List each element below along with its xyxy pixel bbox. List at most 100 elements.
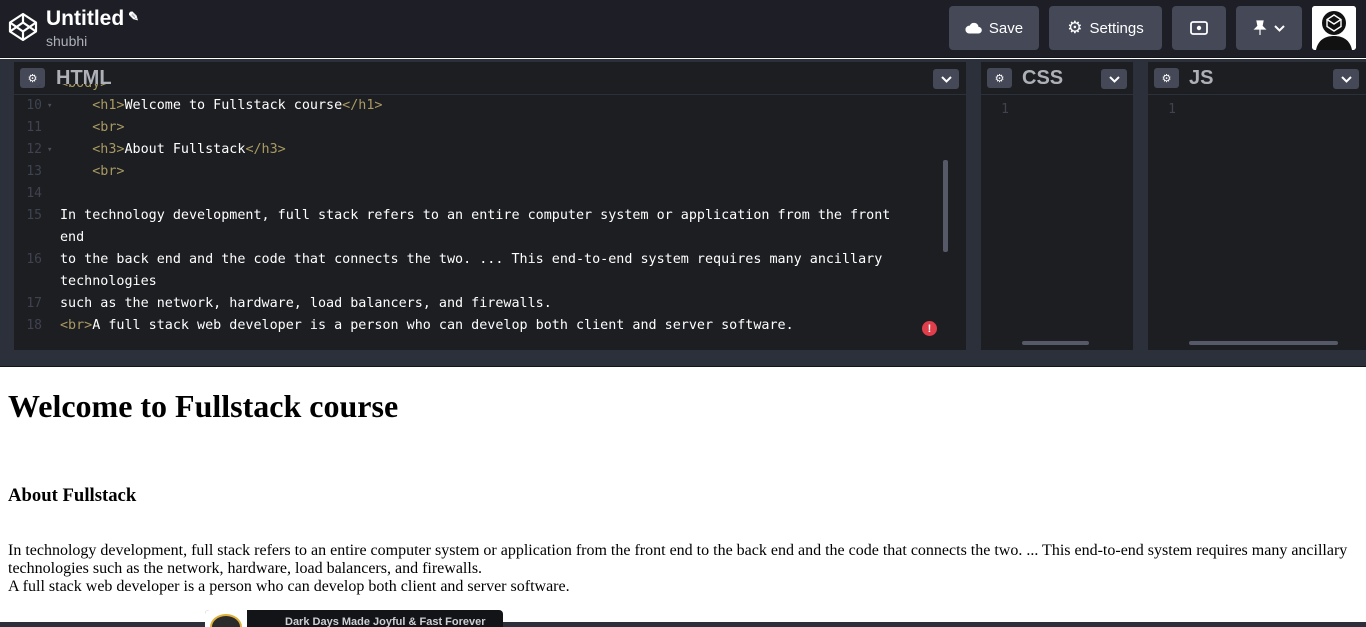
code-tag: </h3> bbox=[245, 142, 286, 157]
css-editor-title: CSS bbox=[1022, 67, 1064, 89]
change-view-button[interactable] bbox=[1172, 6, 1226, 50]
code-line[interactable]: 13 <br> bbox=[14, 161, 966, 183]
author-name[interactable]: shubhi bbox=[46, 33, 139, 49]
css-editor-pane: ⚙ CSS 1 bbox=[981, 62, 1133, 350]
preview-paragraph-1: In technology development, full stack re… bbox=[8, 542, 1348, 577]
save-label: Save bbox=[988, 19, 1024, 37]
code-content: technologies bbox=[60, 274, 157, 289]
code-line[interactable]: 11 <br> bbox=[14, 117, 966, 139]
code-content: end bbox=[60, 230, 85, 245]
css-editor-header: ⚙ CSS bbox=[981, 62, 1133, 95]
html-code-editor[interactable]: 9 <body> 10 ▾ <h1>Welcome to Fullstack cour… bbox=[14, 84, 966, 350]
cloud-icon bbox=[965, 22, 982, 34]
js-horizontal-scrollbar[interactable] bbox=[1189, 341, 1338, 345]
js-code-editor[interactable]: 1 bbox=[1148, 95, 1366, 350]
css-horizontal-scrollbar[interactable] bbox=[1022, 341, 1089, 345]
code-tag: </h1> bbox=[342, 98, 383, 113]
pen-title-text[interactable]: Untitled bbox=[46, 7, 124, 30]
code-text: technologies bbox=[60, 271, 157, 293]
css-settings-gear-icon[interactable]: ⚙ bbox=[987, 68, 1012, 88]
code-tag: <h1> bbox=[92, 98, 125, 113]
code-tag: <br> bbox=[60, 318, 93, 333]
js-editor-pane: ⚙ JS 1 bbox=[1148, 62, 1366, 350]
js-editor-title: JS bbox=[1189, 67, 1214, 89]
line-number: 16 bbox=[26, 252, 42, 267]
line-number: 9 bbox=[14, 84, 42, 95]
code-text: <br> bbox=[60, 117, 125, 139]
code-tag: <br> bbox=[92, 164, 125, 179]
code-text: such as the network, hardware, load bala… bbox=[60, 293, 552, 315]
code-content: In technology development, full stack re… bbox=[60, 208, 891, 223]
save-button[interactable]: Save bbox=[949, 6, 1039, 50]
error-icon[interactable]: ! bbox=[922, 321, 937, 336]
html-editor-pane: ⚙ HTML 9<body>10▾ <h1>Welcome to Fullsta… bbox=[14, 62, 966, 350]
code-text: to the back end and the code that connec… bbox=[60, 249, 882, 271]
code-content bbox=[60, 98, 92, 113]
code-content: such as the network, hardware, load bala… bbox=[60, 296, 552, 311]
code-content: Welcome to Fullstack course bbox=[124, 98, 343, 113]
js-editor-header: ⚙ JS bbox=[1148, 62, 1366, 95]
code-line[interactable]: 14 bbox=[14, 183, 966, 205]
line-number: 15 bbox=[26, 208, 42, 223]
code-line[interactable]: end bbox=[14, 227, 966, 249]
code-content: to the back end and the code that connec… bbox=[60, 252, 883, 267]
code-text: <h1>Welcome to Fullstack course</h1> bbox=[60, 95, 382, 117]
avatar[interactable] bbox=[1312, 6, 1356, 50]
code-line[interactable]: 18 <br>A full stack web developer is a pe… bbox=[14, 315, 966, 337]
settings-button[interactable]: ⚙ Settings bbox=[1049, 6, 1162, 50]
line-number: 13 bbox=[26, 164, 42, 179]
code-tag: <br> bbox=[92, 120, 125, 135]
code-text: <body> bbox=[60, 84, 108, 95]
js-settings-gear-icon[interactable]: ⚙ bbox=[1154, 68, 1179, 88]
pencil-icon[interactable]: ✎ bbox=[128, 5, 139, 29]
settings-label: Settings bbox=[1089, 19, 1144, 37]
js-collapse-chevron-icon[interactable] bbox=[1333, 69, 1359, 89]
css-code-editor[interactable]: 1 bbox=[981, 95, 1133, 350]
code-text: <br> bbox=[60, 161, 125, 183]
gear-icon: ⚙ bbox=[1067, 18, 1083, 37]
line-number: 18 bbox=[26, 318, 42, 333]
line-number: 12 bbox=[26, 142, 42, 157]
code-line[interactable]: 12 ▾ <h3>About Fullstack</h3> bbox=[14, 139, 966, 161]
line-number: 14 bbox=[26, 186, 42, 201]
code-line[interactable]: 16 to the back end and the code that conn… bbox=[14, 249, 966, 271]
pin-icon bbox=[1253, 20, 1267, 35]
css-line-number: 1 bbox=[1001, 102, 1009, 117]
fold-arrow-icon[interactable]: ▾ bbox=[47, 139, 52, 161]
pin-menu-button[interactable] bbox=[1236, 6, 1302, 50]
fold-arrow-icon[interactable]: ▾ bbox=[47, 95, 52, 117]
code-tag: <h3> bbox=[92, 142, 125, 157]
code-line[interactable]: 10 ▾ <h1>Welcome to Fullstack course</h1> bbox=[14, 95, 966, 117]
code-line[interactable]: 17 such as the network, hardware, load ba… bbox=[14, 293, 966, 315]
toast-text: Dark Days Made Joyful & Fast Forever bbox=[285, 616, 486, 627]
pen-title[interactable]: Untitled ✎ bbox=[46, 5, 139, 31]
promo-toast[interactable]: Dark Days Made Joyful & Fast Forever bbox=[205, 610, 503, 627]
view-icon bbox=[1190, 21, 1208, 35]
result-preview: Welcome to Fullstack course About Fullst… bbox=[0, 367, 1366, 622]
preview-heading-1: Welcome to Fullstack course bbox=[8, 388, 399, 424]
code-tag: <body> bbox=[60, 84, 108, 91]
code-content bbox=[60, 120, 92, 135]
codepen-logo-icon[interactable] bbox=[7, 11, 39, 43]
top-header: Untitled ✎ shubhi Save ⚙ Settings bbox=[0, 0, 1366, 58]
preview-heading-3: About Fullstack bbox=[8, 485, 137, 506]
line-number: 11 bbox=[26, 120, 42, 135]
code-text: <br>A full stack web developer is a pers… bbox=[60, 315, 794, 337]
html-vertical-scrollbar[interactable] bbox=[943, 160, 948, 252]
code-line[interactable]: 15 In technology development, full stack … bbox=[14, 205, 966, 227]
code-content bbox=[60, 164, 92, 179]
code-content bbox=[60, 142, 92, 157]
toast-thumbnail bbox=[205, 610, 247, 627]
pen-title-block: Untitled ✎ shubhi bbox=[46, 5, 139, 49]
code-content: About Fullstack bbox=[124, 142, 246, 157]
line-number: 17 bbox=[26, 296, 42, 311]
preview-resize-handle[interactable] bbox=[0, 350, 1366, 367]
code-text: <h3>About Fullstack</h3> bbox=[60, 139, 286, 161]
code-line[interactable]: 9 <body> bbox=[14, 84, 966, 95]
code-content: A full stack web developer is a person w… bbox=[92, 318, 794, 333]
css-collapse-chevron-icon[interactable] bbox=[1101, 69, 1127, 89]
code-line[interactable]: technologies bbox=[14, 271, 966, 293]
editor-area: ⚙ HTML 9<body>10▾ <h1>Welcome to Fullsta… bbox=[0, 59, 1366, 350]
code-text: end bbox=[60, 227, 84, 249]
preview-paragraph-2: A full stack web developer is a person w… bbox=[8, 578, 570, 595]
